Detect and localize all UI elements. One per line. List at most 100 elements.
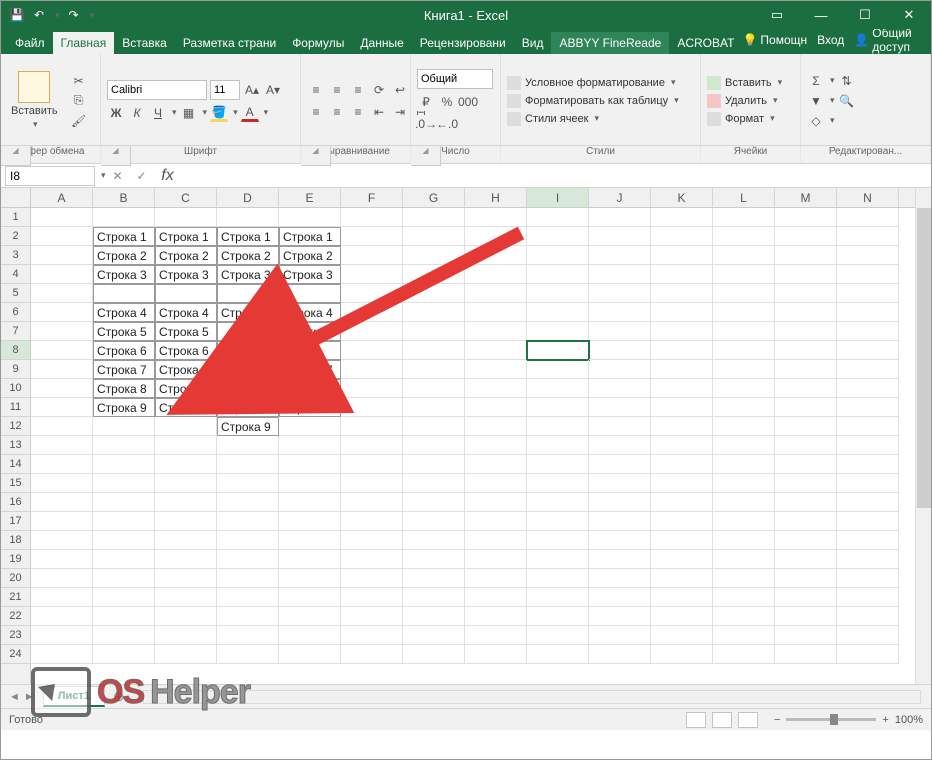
- cell-C22[interactable]: [155, 607, 217, 626]
- share-button[interactable]: 👤Общий доступ: [854, 26, 925, 54]
- cell-styles-button[interactable]: Стили ячеек▾: [507, 111, 679, 127]
- cell-M3[interactable]: [775, 246, 837, 265]
- cell-I9[interactable]: [527, 360, 589, 379]
- zoom-out-icon[interactable]: −: [774, 714, 780, 726]
- cell-A10[interactable]: [31, 379, 93, 398]
- increase-font-icon[interactable]: A▴: [243, 81, 261, 99]
- cell-E5[interactable]: [279, 284, 341, 303]
- cell-E23[interactable]: [279, 626, 341, 645]
- cell-G16[interactable]: [403, 493, 465, 512]
- cell-N13[interactable]: [837, 436, 899, 455]
- cell-K18[interactable]: [651, 531, 713, 550]
- cell-C3[interactable]: Строка 2: [155, 246, 217, 265]
- row-header-8[interactable]: 8: [1, 341, 30, 360]
- cell-I14[interactable]: [527, 455, 589, 474]
- cell-A12[interactable]: [31, 417, 93, 436]
- cell-M10[interactable]: [775, 379, 837, 398]
- cell-G20[interactable]: [403, 569, 465, 588]
- format-cells-button[interactable]: Формат▾: [707, 111, 782, 127]
- tab-abbyy[interactable]: ABBYY FineReade: [551, 32, 669, 54]
- cell-B16[interactable]: [93, 493, 155, 512]
- cell-N3[interactable]: [837, 246, 899, 265]
- cell-K24[interactable]: [651, 645, 713, 664]
- cell-H6[interactable]: [465, 303, 527, 322]
- cell-B19[interactable]: [93, 550, 155, 569]
- cell-D5[interactable]: [217, 284, 279, 303]
- row-header-14[interactable]: 14: [1, 455, 30, 474]
- cell-E10[interactable]: Строка 8: [279, 379, 341, 398]
- cell-E15[interactable]: [279, 474, 341, 493]
- cell-L4[interactable]: [713, 265, 775, 284]
- cell-G1[interactable]: [403, 208, 465, 227]
- cell-D7[interactable]: [217, 322, 279, 341]
- page-layout-view-icon[interactable]: [712, 712, 732, 728]
- cell-C21[interactable]: [155, 588, 217, 607]
- percent-icon[interactable]: %: [438, 93, 456, 111]
- sort-filter-icon[interactable]: ⇅: [838, 72, 856, 90]
- close-icon[interactable]: ✕: [887, 1, 931, 29]
- cell-E8[interactable]: рока 6: [279, 341, 341, 360]
- align-right-icon[interactable]: ≡: [349, 103, 367, 121]
- cell-K11[interactable]: [651, 398, 713, 417]
- cell-L18[interactable]: [713, 531, 775, 550]
- cell-C14[interactable]: [155, 455, 217, 474]
- row-header-17[interactable]: 17: [1, 512, 30, 531]
- decrease-decimal-icon[interactable]: ←.0: [438, 115, 456, 133]
- row-header-5[interactable]: 5: [1, 284, 30, 303]
- cell-J8[interactable]: [589, 341, 651, 360]
- cell-M9[interactable]: [775, 360, 837, 379]
- cell-H24[interactable]: [465, 645, 527, 664]
- cell-M1[interactable]: [775, 208, 837, 227]
- cell-K2[interactable]: [651, 227, 713, 246]
- cell-D13[interactable]: [217, 436, 279, 455]
- cell-L22[interactable]: [713, 607, 775, 626]
- column-headers[interactable]: ABCDEFGHIJKLMN: [31, 188, 915, 208]
- cancel-formula-icon[interactable]: ✕: [106, 169, 130, 183]
- cell-K15[interactable]: [651, 474, 713, 493]
- cell-L12[interactable]: [713, 417, 775, 436]
- col-header-H[interactable]: H: [465, 188, 527, 207]
- cell-E19[interactable]: [279, 550, 341, 569]
- cell-B24[interactable]: [93, 645, 155, 664]
- cell-F9[interactable]: [341, 360, 403, 379]
- cell-B21[interactable]: [93, 588, 155, 607]
- cell-G11[interactable]: [403, 398, 465, 417]
- cell-C16[interactable]: [155, 493, 217, 512]
- cell-J7[interactable]: [589, 322, 651, 341]
- conditional-formatting-button[interactable]: Условное форматирование▾: [507, 75, 679, 91]
- cell-F19[interactable]: [341, 550, 403, 569]
- cell-G9[interactable]: [403, 360, 465, 379]
- cell-L20[interactable]: [713, 569, 775, 588]
- delete-cells-button[interactable]: Удалить▾: [707, 93, 782, 109]
- cell-G17[interactable]: [403, 512, 465, 531]
- cell-G18[interactable]: [403, 531, 465, 550]
- cell-I15[interactable]: [527, 474, 589, 493]
- cell-E17[interactable]: [279, 512, 341, 531]
- cell-N10[interactable]: [837, 379, 899, 398]
- cell-M18[interactable]: [775, 531, 837, 550]
- cell-C13[interactable]: [155, 436, 217, 455]
- cell-H3[interactable]: [465, 246, 527, 265]
- cell-L23[interactable]: [713, 626, 775, 645]
- cell-D18[interactable]: [217, 531, 279, 550]
- cell-N2[interactable]: [837, 227, 899, 246]
- cell-E13[interactable]: [279, 436, 341, 455]
- cell-D24[interactable]: [217, 645, 279, 664]
- cell-D22[interactable]: [217, 607, 279, 626]
- cell-L13[interactable]: [713, 436, 775, 455]
- cell-L17[interactable]: [713, 512, 775, 531]
- cell-M7[interactable]: [775, 322, 837, 341]
- cell-B11[interactable]: Строка 9: [93, 398, 155, 417]
- cell-B18[interactable]: [93, 531, 155, 550]
- cell-L3[interactable]: [713, 246, 775, 265]
- cell-L24[interactable]: [713, 645, 775, 664]
- cell-G15[interactable]: [403, 474, 465, 493]
- cell-J13[interactable]: [589, 436, 651, 455]
- cell-E3[interactable]: Строка 2: [279, 246, 341, 265]
- indent-decrease-icon[interactable]: ⇤: [370, 103, 388, 121]
- cell-D20[interactable]: [217, 569, 279, 588]
- cell-N6[interactable]: [837, 303, 899, 322]
- cell-N18[interactable]: [837, 531, 899, 550]
- cell-I10[interactable]: [527, 379, 589, 398]
- cell-C6[interactable]: Строка 4: [155, 303, 217, 322]
